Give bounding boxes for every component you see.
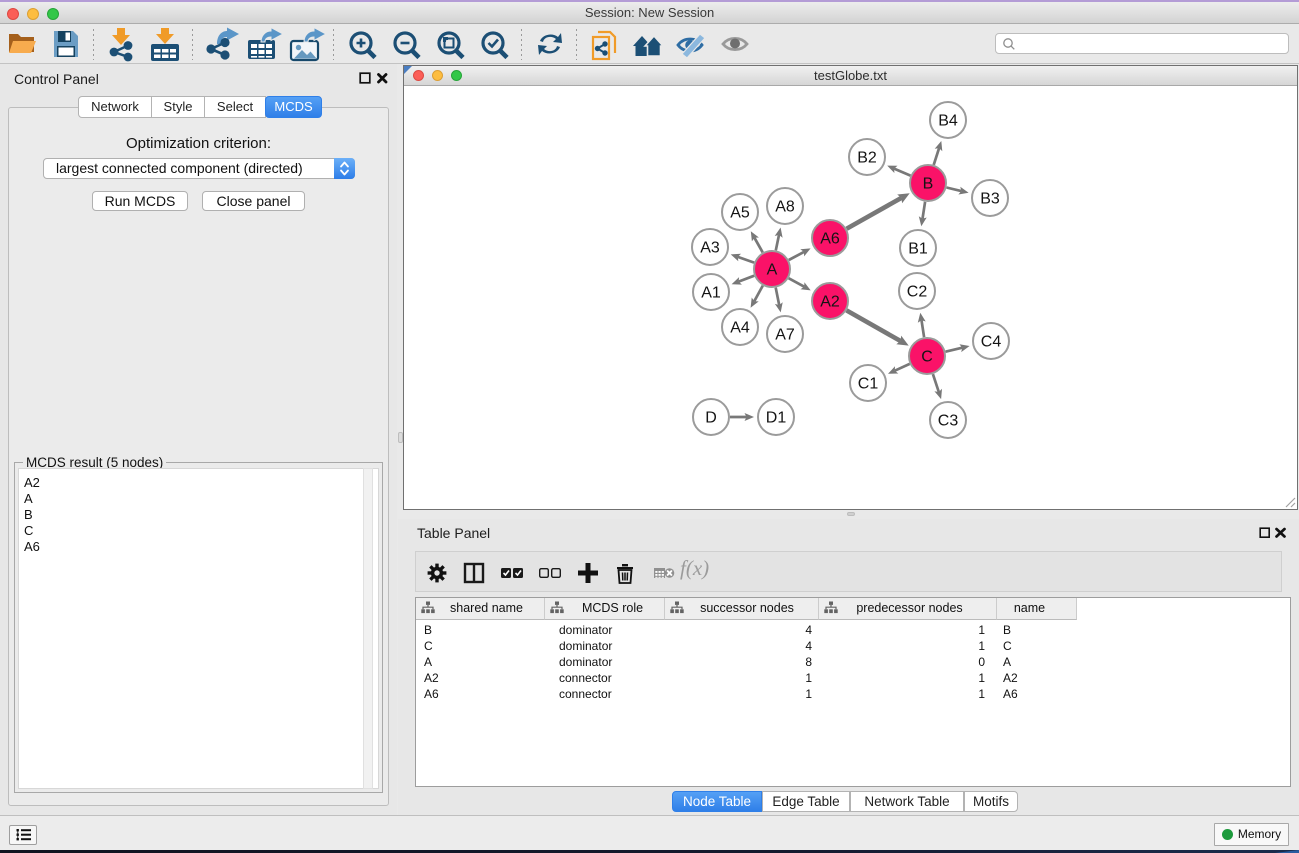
svg-text:C4: C4 — [981, 334, 1002, 351]
svg-text:B4: B4 — [938, 113, 958, 130]
svg-text:C3: C3 — [938, 413, 959, 430]
svg-text:A3: A3 — [700, 240, 720, 257]
svg-text:A7: A7 — [775, 327, 795, 344]
svg-text:A5: A5 — [730, 205, 750, 222]
svg-text:D1: D1 — [766, 410, 787, 427]
svg-text:A2: A2 — [820, 294, 840, 311]
svg-text:A4: A4 — [730, 320, 750, 337]
svg-text:C2: C2 — [907, 284, 928, 301]
svg-text:C1: C1 — [858, 376, 879, 393]
svg-text:A6: A6 — [820, 231, 840, 248]
svg-text:B2: B2 — [857, 150, 877, 167]
svg-text:A: A — [767, 262, 778, 279]
svg-text:B: B — [923, 176, 934, 193]
svg-text:D: D — [705, 410, 717, 427]
svg-text:A8: A8 — [775, 199, 795, 216]
svg-text:A1: A1 — [701, 285, 721, 302]
svg-text:B3: B3 — [980, 191, 1000, 208]
svg-text:B1: B1 — [908, 241, 928, 258]
svg-text:C: C — [921, 349, 933, 366]
